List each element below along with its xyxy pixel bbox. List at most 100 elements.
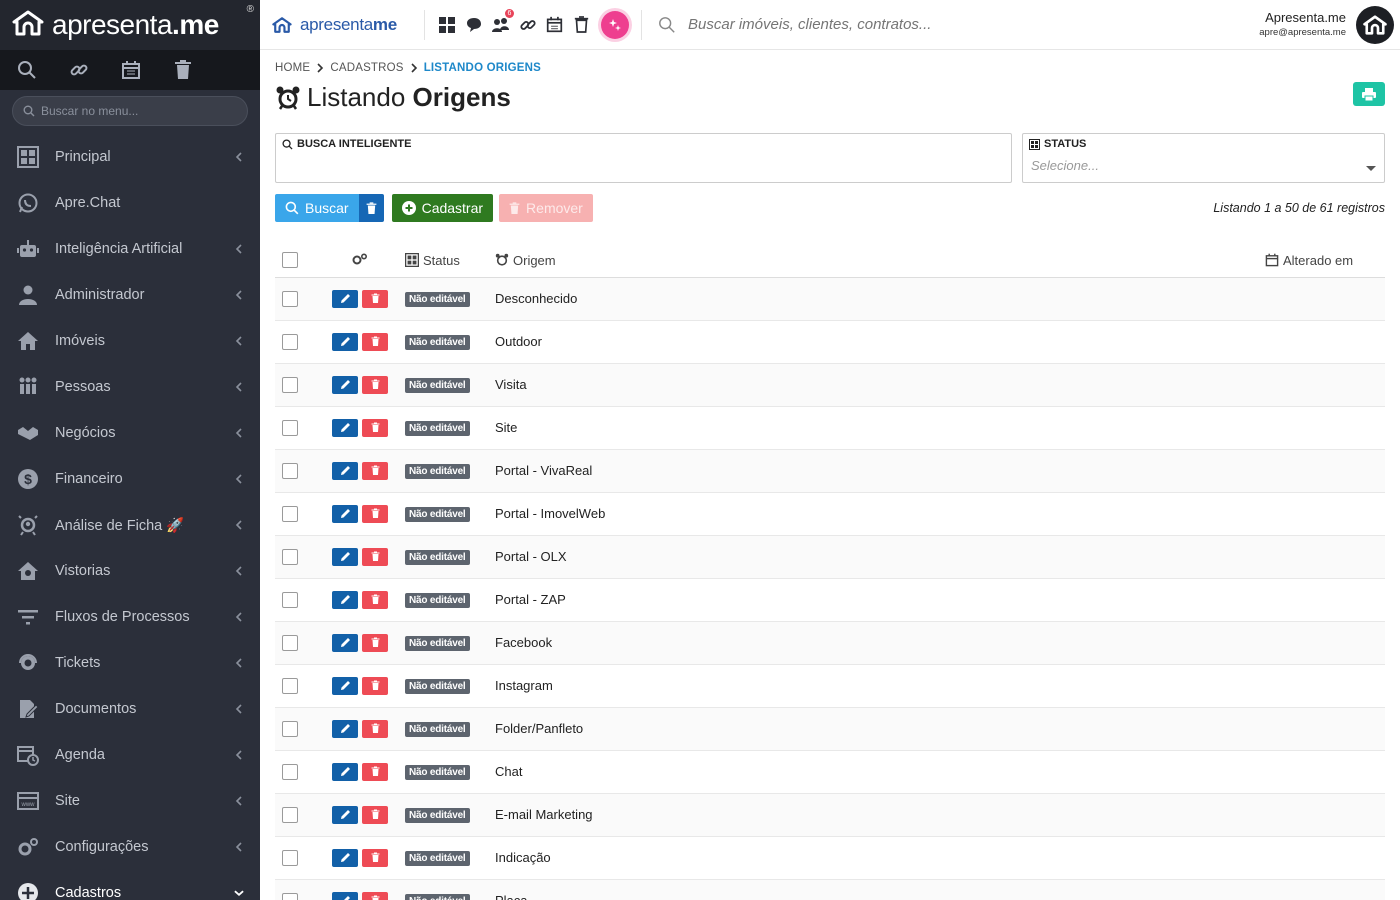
- edit-button[interactable]: [332, 805, 358, 824]
- sidebar-item-analise-de-ficha[interactable]: Análise de Ficha 🚀: [0, 502, 260, 548]
- edit-button[interactable]: [332, 633, 358, 652]
- edit-button[interactable]: [332, 719, 358, 738]
- column-updated[interactable]: Alterado em: [1283, 253, 1353, 268]
- row-checkbox[interactable]: [282, 376, 298, 393]
- delete-button[interactable]: [362, 547, 388, 566]
- delete-button[interactable]: [362, 848, 388, 867]
- print-button[interactable]: [1353, 82, 1385, 106]
- sidebar-item-negocios[interactable]: Negócios: [0, 410, 260, 456]
- row-checkbox[interactable]: [282, 462, 298, 479]
- top-header: apresentame 6 Apresenta.me apre@a: [260, 0, 1400, 50]
- sidebar-item-fluxos-de-processos[interactable]: Fluxos de Processos: [0, 594, 260, 640]
- delete-button[interactable]: [362, 805, 388, 824]
- edit-button[interactable]: [332, 676, 358, 695]
- row-checkbox[interactable]: [282, 505, 298, 522]
- sidebar-item-label: Inteligência Artificial: [55, 241, 183, 257]
- row-checkbox[interactable]: [282, 892, 298, 900]
- sidebar-item-site[interactable]: www Site: [0, 778, 260, 824]
- edit-button[interactable]: [332, 547, 358, 566]
- row-checkbox[interactable]: [282, 806, 298, 823]
- delete-button[interactable]: [362, 719, 388, 738]
- sidebar-item-principal[interactable]: Principal: [0, 134, 260, 180]
- trash-icon[interactable]: [572, 15, 591, 34]
- edit-button[interactable]: [332, 375, 358, 394]
- link-icon[interactable]: [68, 59, 90, 81]
- row-checkbox[interactable]: [282, 720, 298, 737]
- sidebar-brand[interactable]: apresenta.me ®: [0, 0, 260, 50]
- people-icon[interactable]: 6: [491, 9, 514, 34]
- header-logo[interactable]: apresentame: [272, 15, 412, 35]
- delete-button[interactable]: [362, 891, 388, 900]
- delete-button[interactable]: [362, 590, 388, 609]
- edit-button[interactable]: [332, 848, 358, 867]
- sparkle-icon: [609, 18, 621, 31]
- delete-button[interactable]: [362, 504, 388, 523]
- clear-filters-button[interactable]: [358, 194, 384, 222]
- edit-button[interactable]: [332, 418, 358, 437]
- sidebar-item-inteligencia-artificial[interactable]: Inteligência Artificial: [0, 226, 260, 272]
- row-checkbox[interactable]: [282, 419, 298, 436]
- sidebar-item-cadastros[interactable]: Cadastros: [0, 870, 260, 900]
- breadcrumb: HOME CADASTROS LISTANDO ORIGENS: [275, 62, 1385, 74]
- register-button-label: Cadastrar: [421, 200, 484, 216]
- row-checkbox[interactable]: [282, 591, 298, 608]
- calendar-icon[interactable]: [120, 59, 142, 81]
- chat-icon[interactable]: [464, 15, 483, 34]
- delete-button[interactable]: [362, 633, 388, 652]
- search-button[interactable]: Buscar: [275, 194, 359, 222]
- sidebar-item-configuracoes[interactable]: Configurações: [0, 824, 260, 870]
- avatar[interactable]: [1356, 6, 1394, 44]
- edit-button[interactable]: [332, 289, 358, 308]
- register-button[interactable]: Cadastrar: [391, 194, 494, 222]
- sidebar-item-financeiro[interactable]: $ Financeiro: [0, 456, 260, 502]
- status-badge: Não editável: [405, 765, 470, 780]
- status-select[interactable]: STATUS Selecione...: [1022, 133, 1385, 183]
- edit-button[interactable]: [332, 762, 358, 781]
- ai-assistant-button[interactable]: [601, 10, 629, 39]
- row-checkbox[interactable]: [282, 290, 298, 307]
- breadcrumb-home[interactable]: HOME: [275, 62, 310, 74]
- link-icon[interactable]: [518, 15, 537, 34]
- row-checkbox[interactable]: [282, 849, 298, 866]
- edit-button[interactable]: [332, 504, 358, 523]
- menu-search-input[interactable]: Buscar no menu...: [12, 96, 248, 126]
- user-info[interactable]: Apresenta.me apre@apresenta.me: [1259, 10, 1346, 38]
- sidebar-item-administrador[interactable]: Administrador: [0, 272, 260, 318]
- edit-button[interactable]: [332, 461, 358, 480]
- row-checkbox[interactable]: [282, 333, 298, 350]
- delete-button[interactable]: [362, 461, 388, 480]
- sidebar-item-apre-chat[interactable]: Apre.Chat: [0, 180, 260, 226]
- smart-search-field[interactable]: BUSCA INTELIGENTE: [275, 133, 1012, 183]
- sidebar-item-tickets[interactable]: Tickets: [0, 640, 260, 686]
- sidebar-item-label: Configurações: [55, 839, 149, 855]
- delete-button[interactable]: [362, 289, 388, 308]
- delete-button[interactable]: [362, 375, 388, 394]
- sidebar-item-pessoas[interactable]: Pessoas: [0, 364, 260, 410]
- delete-button[interactable]: [362, 676, 388, 695]
- breadcrumb-cadastros[interactable]: CADASTROS: [330, 62, 403, 74]
- column-status[interactable]: Status: [423, 253, 460, 268]
- calendar-icon[interactable]: [545, 15, 564, 34]
- search-icon[interactable]: [16, 59, 38, 81]
- delete-button[interactable]: [362, 332, 388, 351]
- remove-button[interactable]: Remover: [499, 194, 593, 222]
- sidebar-item-documentos[interactable]: Documentos: [0, 686, 260, 732]
- trash-icon[interactable]: [172, 59, 194, 81]
- row-checkbox[interactable]: [282, 763, 298, 780]
- sidebar-item-agenda[interactable]: Agenda: [0, 732, 260, 778]
- global-search-input[interactable]: [688, 16, 1048, 33]
- row-checkbox[interactable]: [282, 548, 298, 565]
- sidebar-item-imoveis[interactable]: Imóveis: [0, 318, 260, 364]
- dashboard-icon[interactable]: [437, 15, 456, 34]
- delete-button[interactable]: [362, 762, 388, 781]
- sidebar-item-vistorias[interactable]: Vistorias: [0, 548, 260, 594]
- column-origin[interactable]: Origem: [513, 253, 556, 268]
- edit-button[interactable]: [332, 891, 358, 900]
- select-all-checkbox[interactable]: [282, 252, 298, 269]
- edit-button[interactable]: [332, 590, 358, 609]
- trash-icon: [371, 336, 379, 346]
- edit-button[interactable]: [332, 332, 358, 351]
- delete-button[interactable]: [362, 418, 388, 437]
- row-checkbox[interactable]: [282, 677, 298, 694]
- row-checkbox[interactable]: [282, 634, 298, 651]
